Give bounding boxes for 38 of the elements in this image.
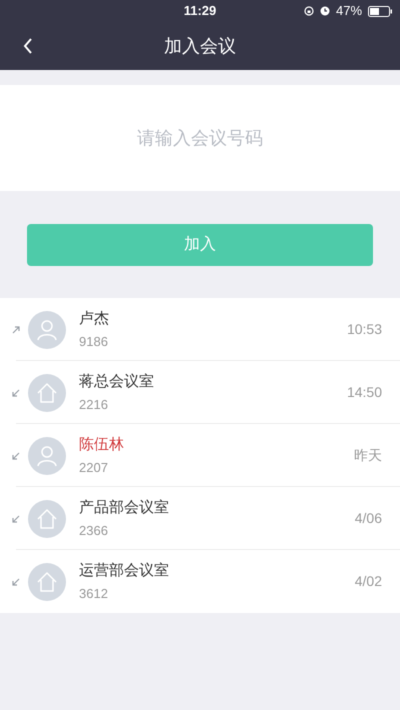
call-time: 4/02 xyxy=(354,572,382,591)
battery-icon xyxy=(368,6,392,16)
house-avatar-icon xyxy=(28,374,66,412)
outgoing-arrow-icon xyxy=(12,326,20,334)
meeting-number-field[interactable]: 请输入会议号码 xyxy=(0,85,400,191)
incoming-arrow-icon xyxy=(12,388,20,396)
meeting-number: 3612 xyxy=(79,585,109,603)
incoming-arrow-icon xyxy=(12,578,20,586)
meeting-number: 2216 xyxy=(79,396,109,414)
alarm-icon xyxy=(320,6,330,16)
house-avatar-icon xyxy=(28,500,66,538)
meeting-number: 9186 xyxy=(79,333,109,351)
meeting-number: 2207 xyxy=(79,459,109,477)
incoming-arrow-icon xyxy=(12,452,20,460)
rotation-lock-icon xyxy=(304,6,314,16)
house-avatar-icon xyxy=(28,562,66,600)
person-avatar-icon xyxy=(28,436,66,474)
call-history-item[interactable]: 运营部会议室 3612 4/02 xyxy=(0,550,400,613)
contact-name: 产品部会议室 xyxy=(79,498,170,518)
contact-name: 陈伍林 xyxy=(79,434,125,454)
contact-name: 卢杰 xyxy=(79,308,110,328)
page-title: 加入会议 xyxy=(164,34,236,58)
contact-name: 运营部会议室 xyxy=(79,560,170,580)
call-time: 10:53 xyxy=(346,320,382,339)
call-history-item[interactable]: 卢杰 9186 10:53 xyxy=(0,298,400,361)
call-time: 昨天 xyxy=(354,446,382,465)
person-avatar-icon xyxy=(28,310,66,348)
meeting-number: 2366 xyxy=(79,522,109,540)
call-history-item[interactable]: 产品部会议室 2366 4/06 xyxy=(0,487,400,550)
call-time: 14:50 xyxy=(346,383,382,402)
call-time: 4/06 xyxy=(354,509,382,528)
contact-name: 蒋总会议室 xyxy=(79,372,155,392)
call-history-item[interactable]: 陈伍林 2207 昨天 xyxy=(0,424,400,487)
back-chevron-icon xyxy=(23,38,33,54)
status-time: 11:29 xyxy=(184,2,216,20)
call-history-item[interactable]: 蒋总会议室 2216 14:50 xyxy=(0,361,400,424)
battery-percent: 47% xyxy=(336,2,362,20)
incoming-arrow-icon xyxy=(12,514,20,522)
